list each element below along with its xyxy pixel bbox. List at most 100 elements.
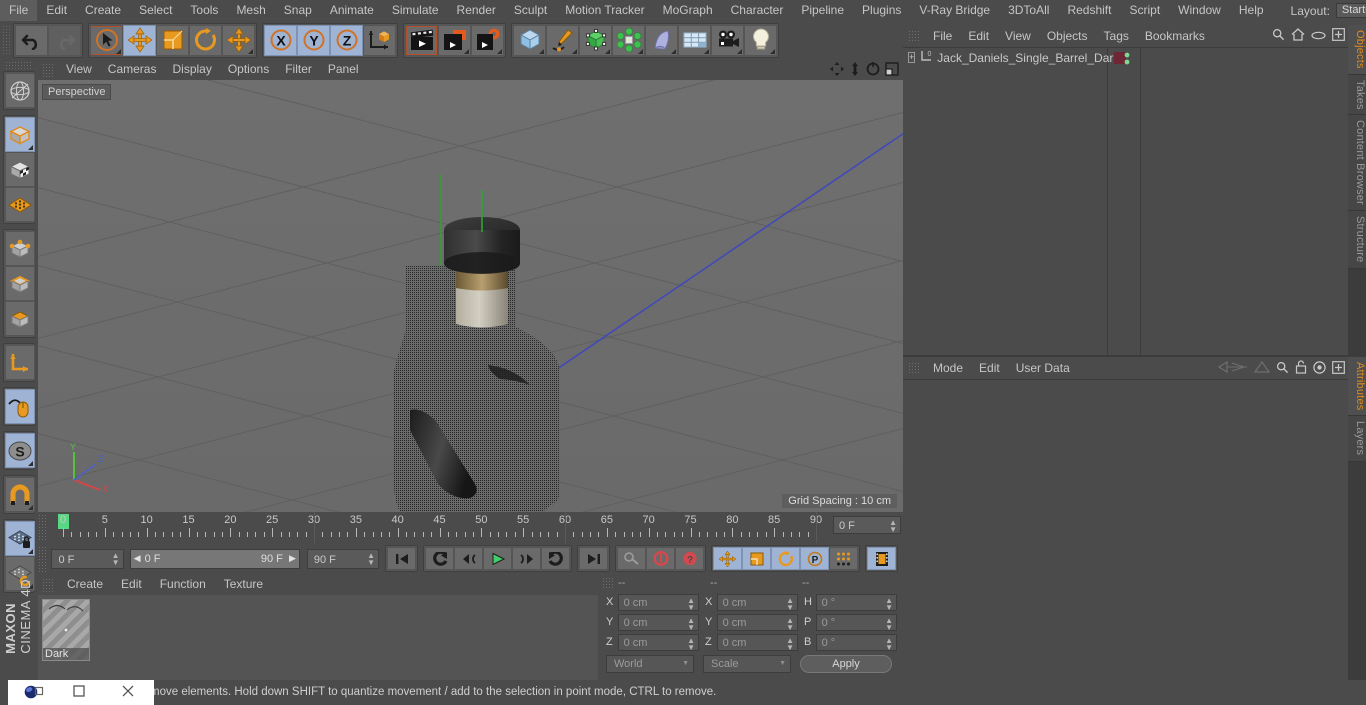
home-icon[interactable] — [1291, 28, 1305, 44]
render-settings-button[interactable] — [471, 24, 504, 56]
spinner-icon[interactable]: ▲ ▼ — [885, 636, 893, 651]
add-mograph-button[interactable] — [612, 24, 645, 56]
object-menu-item-bookmarks[interactable]: Bookmarks — [1137, 25, 1213, 47]
spinner-icon[interactable]: ▲ ▼ — [112, 551, 120, 566]
range-right-arrow-icon[interactable]: ▶ — [289, 553, 296, 564]
model-mode-button[interactable] — [5, 117, 35, 152]
dolly-icon[interactable] — [849, 62, 861, 79]
add-spline-button[interactable] — [546, 24, 579, 56]
preview-range-bar[interactable]: ◀ 0 F 90 F ▶ — [129, 548, 300, 569]
object-extra-column[interactable] — [1141, 48, 1348, 355]
keyframe-selection-button[interactable]: ? — [675, 547, 705, 570]
coord-size-field[interactable]: 0 cm ▲ ▼ — [716, 593, 798, 611]
redo-button[interactable] — [48, 24, 81, 56]
texture-mode-button[interactable] — [5, 152, 35, 187]
menu-item-file[interactable]: File — [0, 0, 38, 21]
add-light-button[interactable] — [744, 24, 777, 56]
attributes-grip[interactable] — [908, 361, 920, 375]
polygons-mode-button[interactable] — [5, 301, 35, 336]
end-frame-field[interactable]: 90 F ▲ ▼ — [306, 548, 380, 569]
record-active-objects-button[interactable] — [646, 547, 676, 570]
object-tag-column[interactable] — [1108, 48, 1141, 355]
enable-axis-modification-button[interactable] — [5, 389, 35, 424]
point-level-animation-button[interactable] — [829, 547, 859, 570]
menu-item-snap[interactable]: Snap — [275, 0, 321, 21]
scale-tool[interactable] — [156, 24, 189, 56]
viewport-menu-item-view[interactable]: View — [58, 59, 100, 80]
viewport-menu-item-panel[interactable]: Panel — [320, 59, 367, 80]
menu-item-plugins[interactable]: Plugins — [853, 0, 910, 21]
coord-pos-field[interactable]: 0 cm ▲ ▼ — [617, 633, 699, 651]
spinner-icon[interactable]: ▲ ▼ — [687, 616, 695, 631]
spinner-icon[interactable]: ▲ ▼ — [786, 636, 794, 651]
maximize-icon[interactable] — [885, 62, 899, 79]
material-list[interactable]: Dark — [38, 595, 598, 680]
go-to-next-key-button[interactable] — [541, 547, 571, 570]
rotation-key-button[interactable] — [771, 547, 801, 570]
y-axis-lock[interactable]: Y — [297, 24, 330, 56]
coordinates-grip[interactable] — [602, 576, 614, 590]
points-mode-button[interactable] — [5, 231, 35, 266]
vtab-takes[interactable]: Takes — [1348, 74, 1366, 116]
autokeying-button[interactable] — [617, 547, 647, 570]
snap-enable-button[interactable] — [5, 477, 35, 512]
timeline-grip[interactable] — [38, 514, 48, 542]
vtab-layers[interactable]: Layers — [1348, 416, 1366, 462]
scale-key-button[interactable] — [742, 547, 772, 570]
world-object-coordinates[interactable] — [363, 24, 396, 56]
vtab-structure[interactable]: Structure — [1348, 211, 1366, 269]
toolbar-grip[interactable] — [2, 25, 11, 55]
timeline-button[interactable] — [867, 547, 897, 570]
menu-item-pipeline[interactable]: Pipeline — [792, 0, 853, 21]
rotate-tool[interactable] — [189, 24, 222, 56]
spinner-icon[interactable]: ▲ ▼ — [885, 596, 893, 611]
move-tool[interactable] — [123, 24, 156, 56]
spinner-icon[interactable]: ▲ ▼ — [687, 636, 695, 651]
go-to-end-button[interactable] — [579, 547, 609, 570]
coord-rot-field[interactable]: 0 ° ▲ ▼ — [815, 593, 897, 611]
pan-icon[interactable] — [830, 62, 844, 79]
material-menu-item-create[interactable]: Create — [58, 574, 112, 595]
viewport-menu-item-options[interactable]: Options — [220, 59, 277, 80]
add-generator-button[interactable] — [579, 24, 612, 56]
layout-dropdown[interactable]: Startup ▼ — [1335, 3, 1366, 18]
step-back-button[interactable] — [454, 547, 484, 570]
object-menu-item-view[interactable]: View — [997, 25, 1039, 47]
viewport-grip[interactable] — [42, 62, 54, 77]
rotate-icon[interactable] — [866, 62, 880, 79]
object-menu-item-edit[interactable]: Edit — [960, 25, 997, 47]
undo-button[interactable] — [15, 24, 48, 56]
attributes-menu-item-mode[interactable]: Mode — [925, 357, 971, 379]
live-selection-tool[interactable] — [90, 24, 123, 56]
workplane-mode-button[interactable] — [5, 187, 35, 222]
coord-pos-field[interactable]: 0 cm ▲ ▼ — [617, 613, 699, 631]
visibility-dots[interactable] — [1123, 51, 1131, 70]
add-scene-object-button[interactable] — [678, 24, 711, 56]
material-grip[interactable] — [42, 577, 54, 592]
coordinate-system-dropdown[interactable]: World ▼ — [606, 655, 694, 673]
coord-rot-field[interactable]: 0 ° ▲ ▼ — [815, 613, 897, 631]
soft-selection-button[interactable]: S — [5, 433, 35, 468]
window-icon[interactable] — [72, 684, 89, 701]
target-icon[interactable] — [1313, 360, 1326, 377]
timeline-controls-grip[interactable] — [38, 545, 48, 574]
spinner-icon[interactable]: ▲ ▼ — [367, 551, 375, 566]
material-menu-item-texture[interactable]: Texture — [215, 574, 272, 595]
x-axis-lock[interactable]: X — [264, 24, 297, 56]
step-forward-button[interactable] — [512, 547, 542, 570]
viewport-3d[interactable]: Perspective Grid Spacing : 10 cm Y X Z — [38, 80, 903, 512]
close-icon[interactable] — [121, 684, 138, 701]
edges-mode-button[interactable] — [5, 266, 35, 301]
c4d-app-icon[interactable] — [24, 684, 43, 701]
add-camera-button[interactable] — [711, 24, 744, 56]
forward-nav-icon[interactable] — [1253, 360, 1271, 376]
vtab-attributes[interactable]: Attributes — [1348, 357, 1366, 417]
menu-item-character[interactable]: Character — [722, 0, 793, 21]
coord-rot-field[interactable]: 0 ° ▲ ▼ — [815, 633, 897, 651]
menu-item-edit[interactable]: Edit — [37, 0, 76, 21]
menu-item-render[interactable]: Render — [448, 0, 505, 21]
back-nav-icon[interactable] — [1217, 360, 1248, 376]
menu-item-window[interactable]: Window — [1169, 0, 1230, 21]
object-menu-item-objects[interactable]: Objects — [1039, 25, 1096, 47]
object-menu-item-tags[interactable]: Tags — [1096, 25, 1137, 47]
